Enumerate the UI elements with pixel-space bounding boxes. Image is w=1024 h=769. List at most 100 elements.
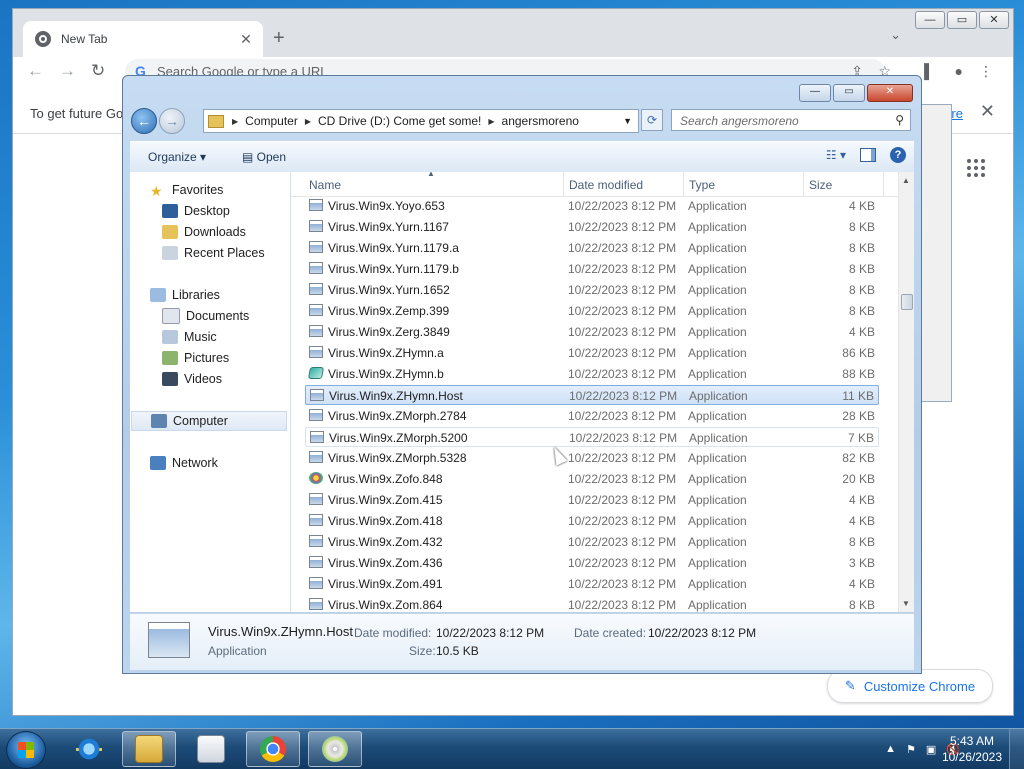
table-row[interactable]: Virus.Win9x.Zom.864 10/22/2023 8:12 PM App… — [305, 595, 879, 612]
info-bar-close-icon[interactable]: ✕ — [980, 101, 995, 122]
nav-videos[interactable]: Videos — [162, 369, 222, 389]
organize-button[interactable]: Organize ▾ — [148, 150, 206, 164]
application-file-icon — [310, 431, 324, 443]
column-separator[interactable] — [683, 172, 684, 196]
file-date: 10/22/2023 8:12 PM — [568, 472, 677, 486]
table-row[interactable]: Virus.Win9x.Yurn.1179.b 10/22/2023 8:12 P… — [305, 259, 879, 279]
table-row[interactable]: Virus.Win9x.Zom.432 10/22/2023 8:12 PM App… — [305, 532, 879, 552]
breadcrumb-folder[interactable]: angersmoreno — [502, 114, 579, 128]
table-row[interactable]: Virus.Win9x.Zom.418 10/22/2023 8:12 PM App… — [305, 511, 879, 531]
column-type[interactable]: Type — [689, 178, 715, 192]
dialog-maximize-button[interactable]: ▭ — [833, 84, 865, 102]
nav-computer[interactable]: Computer — [131, 411, 287, 431]
menu-kebab-icon[interactable]: ⋮ — [979, 63, 993, 80]
taskbar-cd-app[interactable] — [308, 731, 362, 767]
column-name[interactable]: Name — [309, 178, 341, 192]
table-row[interactable]: Virus.Win9x.ZHymn.b 10/22/2023 8:12 PM App… — [305, 364, 879, 384]
profile-avatar-icon[interactable]: ● — [955, 63, 963, 79]
table-row[interactable]: Virus.Win9x.Yurn.1179.a 10/22/2023 8:12 P… — [305, 238, 879, 258]
column-date-modified[interactable]: Date modified — [569, 178, 643, 192]
column-size[interactable]: Size — [809, 178, 832, 192]
google-apps-icon[interactable] — [967, 159, 985, 177]
column-separator[interactable] — [803, 172, 804, 196]
table-row[interactable]: Virus.Win9x.Zom.491 10/22/2023 8:12 PM App… — [305, 574, 879, 594]
nav-desktop[interactable]: Desktop — [162, 201, 230, 221]
tab-close-icon[interactable]: ✕ — [237, 31, 255, 48]
nav-music[interactable]: Music — [162, 327, 217, 347]
search-placeholder: Search angersmoreno — [680, 114, 799, 128]
file-list: Name ▲ Date modified Type Size Virus.Win… — [291, 172, 914, 612]
breadcrumb-computer[interactable]: Computer — [245, 114, 298, 128]
taskbar-media-player[interactable] — [184, 731, 238, 767]
nav-libraries[interactable]: Libraries — [150, 285, 220, 305]
table-row[interactable]: Virus.Win9x.ZMorph.5200 10/22/2023 8:12 P… — [305, 427, 879, 447]
table-row[interactable]: Virus.Win9x.ZHymn.a 10/22/2023 8:12 PM App… — [305, 343, 879, 363]
dialog-minimize-button[interactable]: — — [799, 84, 831, 102]
address-bar[interactable]: ▶ Computer ▶ CD Drive (D:) Come get some… — [203, 109, 639, 133]
nav-pictures[interactable]: Pictures — [162, 348, 229, 368]
change-view-icon[interactable]: ☷ ▾ — [826, 148, 846, 162]
chrome-window-controls: — ▭ ✕ — [915, 11, 1009, 29]
table-row[interactable]: Virus.Win9x.ZHymn.Host 10/22/2023 8:12 PM… — [305, 385, 879, 405]
table-row[interactable]: Virus.Win9x.Zom.436 10/22/2023 8:12 PM App… — [305, 553, 879, 573]
nav-recent-places[interactable]: Recent Places — [162, 243, 265, 263]
internet-explorer-icon — [76, 736, 102, 762]
table-row[interactable]: Virus.Win9x.ZMorph.5328 10/22/2023 8:12 P… — [305, 448, 879, 468]
taskbar-explorer[interactable] — [122, 731, 176, 767]
new-tab-button[interactable]: + — [273, 27, 285, 50]
table-row[interactable]: Virus.Win9x.Yurn.1167 10/22/2023 8:12 PM A… — [305, 217, 879, 237]
scroll-down-icon[interactable]: ▼ — [902, 599, 910, 608]
action-center-flag-icon[interactable]: ⚑ — [906, 743, 916, 756]
scroll-thumb[interactable] — [901, 294, 913, 310]
nav-documents[interactable]: Documents — [162, 306, 249, 326]
table-row[interactable]: Virus.Win9x.Yoyo.653 10/22/2023 8:12 PM Ap… — [305, 196, 879, 216]
table-row[interactable]: Virus.Win9x.Zemp.399 10/22/2023 8:12 PM Ap… — [305, 301, 879, 321]
minimize-button[interactable]: — — [915, 11, 945, 29]
application-file-icon — [309, 451, 323, 463]
address-dropdown-icon[interactable]: ▼ — [623, 116, 632, 126]
close-button[interactable]: ✕ — [979, 11, 1009, 29]
help-icon[interactable]: ? — [890, 147, 906, 163]
file-name: Virus.Win9x.ZMorph.5328 — [328, 451, 467, 465]
table-row[interactable]: Virus.Win9x.Zom.415 10/22/2023 8:12 PM App… — [305, 490, 879, 510]
search-box[interactable]: Search angersmoreno ⚲ — [671, 109, 911, 131]
table-row[interactable]: Virus.Win9x.Yurn.1652 10/22/2023 8:12 PM A… — [305, 280, 879, 300]
vertical-scrollbar[interactable]: ▲ ▼ — [898, 172, 914, 612]
taskbar-internet-explorer[interactable] — [62, 731, 116, 767]
details-pane: Virus.Win9x.ZHymn.Host Application Date … — [130, 613, 914, 670]
tab-new-tab[interactable]: New Tab ✕ — [23, 21, 263, 57]
refresh-icon[interactable]: ⟳ — [641, 109, 663, 131]
forward-arrow-icon[interactable]: → — [59, 61, 76, 81]
reload-icon[interactable]: ↻ — [91, 61, 105, 81]
file-date: 10/22/2023 8:12 PM — [568, 514, 677, 528]
customize-chrome-button[interactable]: ✎ Customize Chrome — [827, 669, 993, 703]
application-file-icon — [309, 241, 323, 253]
table-row[interactable]: Virus.Win9x.ZMorph.2784 10/22/2023 8:12 P… — [305, 406, 879, 426]
nav-downloads[interactable]: Downloads — [162, 222, 246, 242]
nav-network[interactable]: Network — [150, 453, 218, 473]
file-name: Virus.Win9x.Zerg.3849 — [328, 325, 450, 339]
preview-pane-icon[interactable] — [860, 148, 876, 162]
taskbar-chrome[interactable] — [246, 731, 300, 767]
column-separator[interactable] — [563, 172, 564, 196]
column-separator[interactable] — [883, 172, 884, 196]
clock[interactable]: 5:43 AM 10/26/2023 — [942, 733, 1002, 765]
breadcrumb-cd-drive[interactable]: CD Drive (D:) Come get some! — [318, 114, 481, 128]
file-size: 8 KB — [848, 262, 875, 276]
tab-search-chevron-icon[interactable]: ⌄ — [890, 27, 901, 43]
nav-favorites[interactable]: ★ Favorites — [150, 180, 223, 200]
table-row[interactable]: Virus.Win9x.Zerg.3849 10/22/2023 8:12 PM A… — [305, 322, 879, 342]
dialog-forward-button[interactable]: → — [159, 108, 185, 134]
back-arrow-icon[interactable]: ← — [27, 61, 44, 81]
show-desktop-button[interactable] — [1009, 729, 1024, 769]
scroll-up-icon[interactable]: ▲ — [902, 176, 910, 185]
start-button[interactable] — [6, 731, 46, 769]
table-row[interactable]: Virus.Win9x.Zofo.848 10/22/2023 8:12 PM Ap… — [305, 469, 879, 489]
network-tray-icon[interactable]: ▣ — [926, 743, 936, 756]
dialog-back-button[interactable]: ← — [131, 108, 157, 134]
file-size: 28 KB — [842, 409, 875, 423]
open-button[interactable]: ▤ Open — [242, 150, 286, 164]
tray-expand-icon[interactable]: ▲ — [885, 743, 896, 756]
dialog-close-button[interactable]: ✕ — [867, 84, 913, 102]
maximize-button[interactable]: ▭ — [947, 11, 977, 29]
